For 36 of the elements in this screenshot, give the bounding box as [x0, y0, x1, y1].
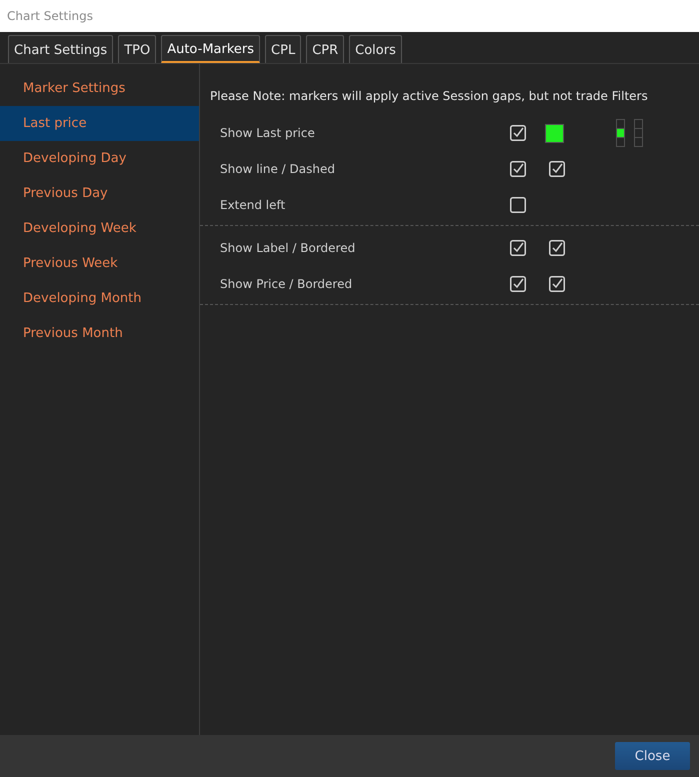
position-cell[interactable]: [616, 137, 625, 147]
sidebar-item[interactable]: Previous Month: [0, 316, 199, 351]
sidebar-item[interactable]: Developing Day: [0, 141, 199, 176]
setting-label: Show Last price: [220, 126, 316, 140]
color-swatch[interactable]: [545, 124, 564, 142]
checkbox[interactable]: [549, 276, 565, 292]
checkbox[interactable]: [510, 240, 526, 256]
checkbox[interactable]: [510, 197, 526, 213]
position-cell[interactable]: [634, 119, 643, 129]
setting-label: Show line / Dashed: [220, 162, 336, 176]
checkbox[interactable]: [549, 240, 565, 256]
note-text: Please Note: markers will apply active Session gaps, but not trade Filters: [209, 89, 649, 105]
tab[interactable]: Colors: [349, 35, 402, 63]
setting-label: Extend left: [220, 198, 286, 212]
checkbox[interactable]: [510, 276, 526, 292]
sidebar-item[interactable]: Previous Week: [0, 246, 199, 281]
checkbox[interactable]: [549, 161, 565, 177]
checkbox[interactable]: [510, 161, 526, 177]
sidebar-item[interactable]: Developing Month: [0, 281, 199, 316]
sidebar-item[interactable]: Marker Settings: [0, 71, 199, 106]
sidebar-item[interactable]: Previous Day: [0, 176, 199, 211]
sidebar-item[interactable]: Developing Week: [0, 211, 199, 246]
checkbox[interactable]: [510, 125, 526, 141]
setting-label: Show Label / Bordered: [220, 241, 356, 255]
window-title: Chart Settings: [7, 9, 94, 23]
tab[interactable]: CPL: [265, 35, 302, 63]
position-cell[interactable]: [634, 137, 643, 147]
position-cell[interactable]: [616, 128, 625, 138]
tab[interactable]: Auto-Markers: [161, 35, 260, 63]
tab[interactable]: TPO: [118, 35, 156, 63]
close-button[interactable]: Close: [615, 742, 690, 770]
setting-label: Show Price / Bordered: [220, 277, 354, 291]
sidebar-item[interactable]: Last price: [0, 106, 199, 141]
tab[interactable]: Chart Settings: [8, 35, 114, 63]
position-cell[interactable]: [634, 128, 643, 138]
tab[interactable]: CPR: [306, 35, 344, 63]
